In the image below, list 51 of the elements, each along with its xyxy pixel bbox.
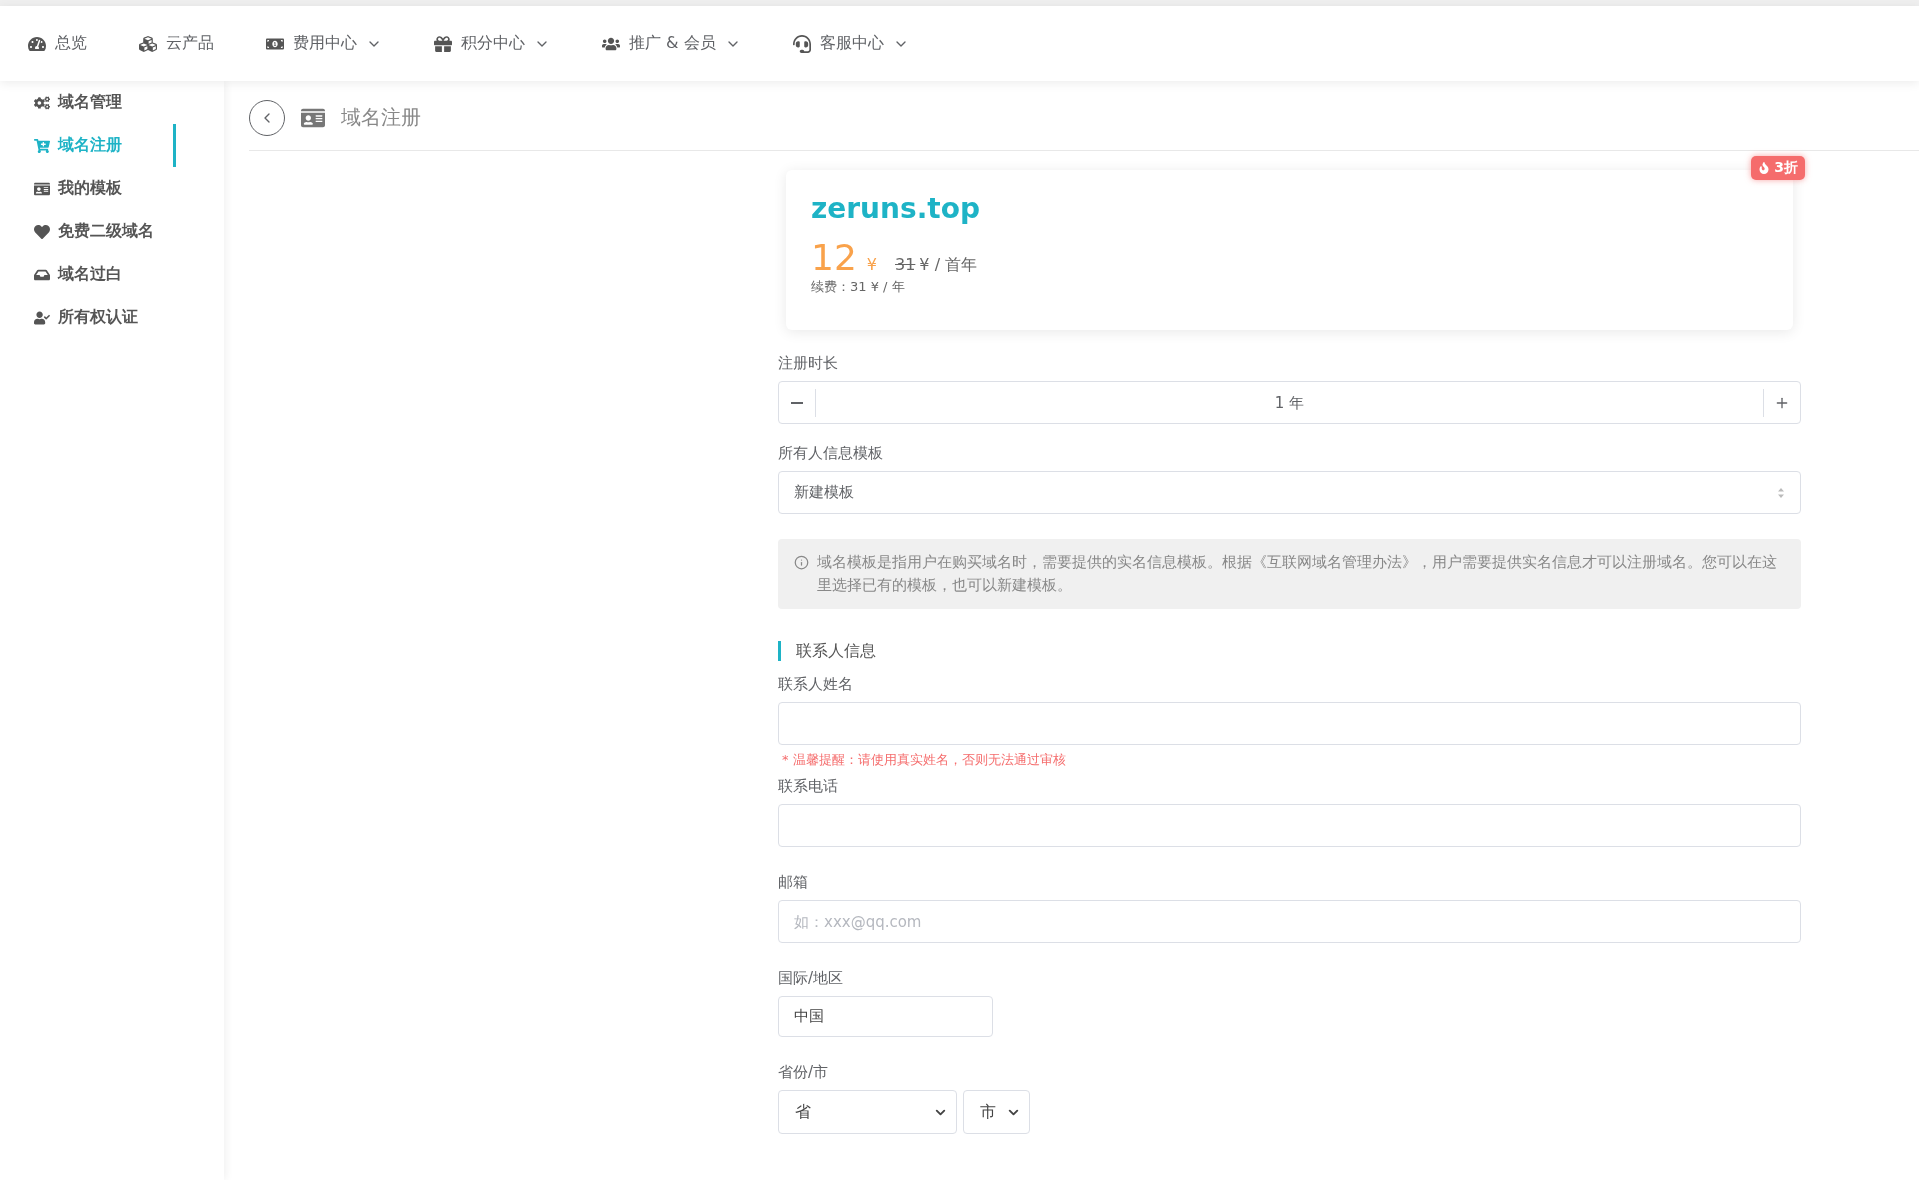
sidebar-item[interactable]: 域名过白	[34, 253, 176, 296]
minus-icon	[791, 401, 803, 404]
nav-item[interactable]: 云产品	[139, 33, 214, 54]
field-label: 联系人姓名	[778, 675, 854, 694]
gauge-icon	[28, 34, 46, 53]
original-price: 31	[895, 255, 916, 274]
phone-input[interactable]	[778, 804, 1801, 847]
sidebar-item[interactable]: 免费二级域名	[34, 210, 176, 253]
back-button[interactable]	[249, 99, 285, 136]
price-unit: ¥ / 首年	[919, 255, 978, 276]
heart-icon	[34, 223, 50, 240]
country-input[interactable]: 中国	[778, 996, 993, 1037]
field-label: 所有人信息模板	[778, 444, 884, 463]
renewal-price: 续费：31 ¥ / 年	[811, 278, 906, 296]
duration-stepper[interactable]: 1 年	[778, 381, 1801, 424]
gift-icon	[434, 34, 452, 53]
nav-item[interactable]: 费用中心	[266, 33, 382, 54]
field-label: 邮箱	[778, 873, 809, 892]
warning-text: * 温馨提醒：请使用真实姓名，否则无法通过审核	[781, 751, 1067, 769]
name-input[interactable]	[778, 702, 1801, 745]
page-title: 域名注册	[341, 104, 421, 131]
notice-text: 域名模板是指用户在购买域名时，需要提供的实名信息模板。根据《互联网域名管理办法》，用户需要提供实名信息才可以注册域名。您可以在这里选择已有的模板，也可以新建模板。	[817, 552, 1778, 596]
price: 12	[811, 237, 857, 278]
nav-item[interactable]: 总览	[28, 33, 87, 54]
nav-item[interactable]: 客服中心	[792, 33, 909, 54]
user-check-icon	[34, 309, 50, 326]
template-select[interactable]: 新建模板	[778, 471, 1801, 514]
field-label: 联系电话	[778, 777, 839, 796]
email-input[interactable]: 如：xxx@qq.com	[778, 900, 1801, 943]
discount-badge: 3折	[1751, 156, 1805, 180]
cart-icon	[34, 137, 50, 154]
sort-arrows-icon	[1777, 486, 1785, 499]
headset-icon	[792, 34, 811, 53]
field-label: 国际/地区	[778, 969, 845, 988]
duration-value: 1 年	[815, 388, 1764, 417]
gears-icon	[34, 94, 50, 111]
sidebar-item[interactable]: 我的模板	[34, 167, 176, 210]
currency: ¥	[866, 255, 877, 274]
nav-item[interactable]: 推广 & 会员	[602, 33, 741, 54]
cubes-icon	[139, 34, 157, 53]
section-title: 联系人信息	[778, 641, 1801, 661]
field-label: 注册时长	[778, 354, 839, 373]
province-select[interactable]: 省	[778, 1090, 957, 1134]
sidebar-item[interactable]: 所有权认证	[34, 296, 176, 339]
city-select[interactable]: 市	[963, 1090, 1030, 1134]
id-card-icon	[34, 180, 50, 197]
field-label: 省份/市	[778, 1063, 830, 1082]
info-icon	[794, 555, 809, 570]
domain-name: zeruns.top	[811, 192, 981, 225]
sidebar-item[interactable]: 域名管理	[34, 81, 176, 124]
nav-item[interactable]: 积分中心	[434, 33, 550, 54]
